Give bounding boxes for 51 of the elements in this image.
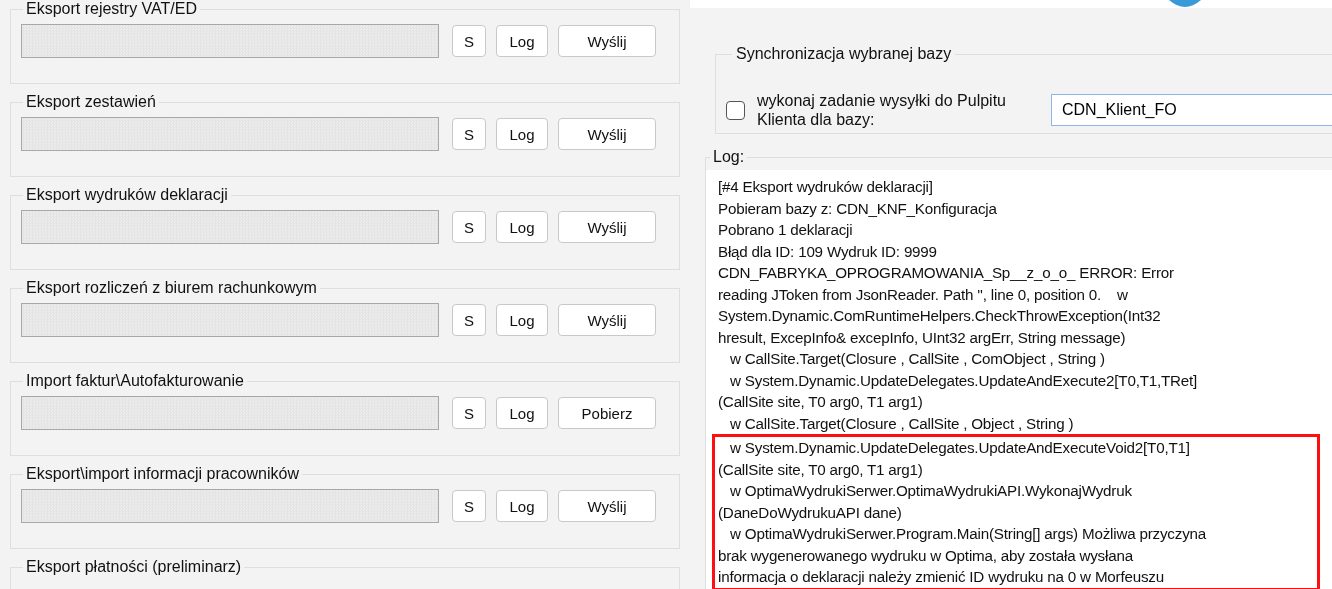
- s-button[interactable]: S: [452, 304, 486, 336]
- log-button[interactable]: Log: [496, 25, 548, 57]
- log-button[interactable]: Log: [496, 304, 548, 336]
- log-textbox[interactable]: [706, 170, 1332, 589]
- group-title: Import faktur\Autofakturowanie: [25, 372, 245, 390]
- log-line: w CallSite.Target(Closure , CallSite , Object , String ): [729, 413, 1075, 434]
- action-button[interactable]: Wyślij: [558, 211, 656, 243]
- s-button[interactable]: S: [452, 25, 486, 57]
- log-button[interactable]: Log: [496, 118, 548, 150]
- log-line: w System.Dynamic.UpdateDelegates.UpdateAndExecute2[T0,T1,TRet]: [729, 370, 1199, 391]
- log-line: Pobieram bazy z: CDN_KNF_Konfiguracja: [718, 198, 998, 219]
- action-button[interactable]: Wyślij: [558, 25, 656, 57]
- s-button[interactable]: S: [452, 397, 486, 429]
- s-button[interactable]: S: [452, 211, 486, 243]
- s-button[interactable]: S: [452, 118, 486, 150]
- action-button[interactable]: Wyślij: [558, 490, 656, 522]
- log-line: (CallSite site, T0 arg0, T1 arg1): [718, 392, 924, 412]
- s-button[interactable]: S: [452, 490, 486, 522]
- log-line: brak wygenerowanego wydruku w Optima, aby została wysłana: [712, 544, 1320, 566]
- log-line: w CallSite.Target(Closure , CallSite , ComObject , String ): [729, 349, 1106, 369]
- action-button[interactable]: Wyślij: [558, 304, 656, 336]
- group-title: Eksport płatności (preliminarz): [25, 558, 243, 576]
- action-button[interactable]: Pobierz: [558, 397, 656, 429]
- log-line: (CallSite site, T0 arg0, T1 arg1): [712, 458, 1320, 480]
- group-title: Eksport\import informacji pracowników: [25, 465, 300, 483]
- logo-icon: [1168, 0, 1202, 8]
- log-line: w System.Dynamic.UpdateDelegates.UpdateAndExecuteVoid2[T0,T1]: [712, 434, 1320, 459]
- log-button[interactable]: Log: [496, 490, 548, 522]
- action-button[interactable]: Wyślij: [558, 118, 656, 150]
- group-title: Eksport zestawień: [25, 93, 157, 111]
- group-title: Eksport wydruków deklaracji: [25, 186, 229, 204]
- log-line: informacja o deklaracji należy zmienić ID wydruku na 0 w Morfeuszu: [712, 566, 1320, 589]
- database-field[interactable]: CDN_Klient_FO: [1051, 94, 1332, 126]
- log-line: reading JToken from JsonReader. Path '', line 0, position 0. w: [718, 284, 1129, 305]
- log-line: Pobrano 1 deklaracji: [718, 220, 854, 240]
- group-title: Eksport rozliczeń z biurem rachunkowym: [25, 279, 318, 297]
- log-line: Błąd dla ID: 109 Wydruk ID: 9999: [718, 241, 938, 262]
- log-line: w OptimaWydrukiSerwer.Program.Main(String[] args) Możliwa przyczyna: [712, 523, 1320, 545]
- group-title: Eksport rejestry VAT/ED: [25, 0, 198, 18]
- log-line: CDN_FABRYKA_OPROGRAMOWANIA_Sp__z_o_o_ ERROR: Error: [718, 263, 1175, 283]
- log-button[interactable]: Log: [496, 397, 548, 429]
- log-line: w OptimaWydrukiSerwer.OptimaWydrukiAPI.WykonajWydruk: [712, 480, 1320, 502]
- checkbox-label: wykonaj zadanie wysyłki do Pulpitu Klienta dla bazy:: [757, 91, 1007, 129]
- log-title: Log:: [712, 148, 746, 166]
- log-button[interactable]: Log: [496, 211, 548, 243]
- log-line: (DaneDoWydrukuAPI dane): [712, 501, 1320, 523]
- log-line: System.Dynamic.ComRuntimeHelpers.CheckThrowException(Int32: [718, 306, 1162, 326]
- checkbox[interactable]: [726, 100, 745, 120]
- group-title: Synchronizacja wybranej bazy: [735, 45, 953, 63]
- log-line: [#4 Eksport wydruków deklaracji]: [718, 177, 934, 197]
- log-line: hresult, ExcepInfo& excepInfo, UInt32 argErr, String message): [718, 327, 1127, 348]
